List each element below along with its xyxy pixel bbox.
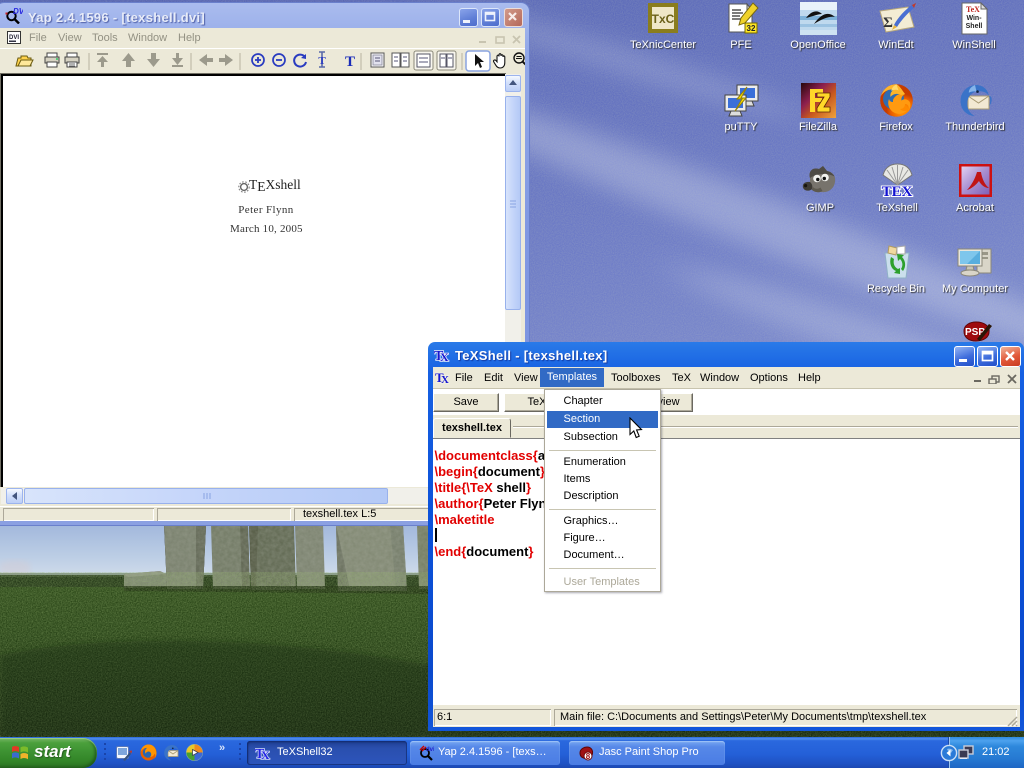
svg-text:TxC: TxC bbox=[652, 12, 675, 26]
svg-text:DVI: DVI bbox=[9, 35, 19, 41]
svg-text:dvi: dvi bbox=[426, 747, 434, 753]
svg-text:X: X bbox=[261, 748, 270, 761]
svg-text:Σ: Σ bbox=[883, 15, 893, 31]
svg-text:8: 8 bbox=[586, 752, 591, 761]
svg-text:X: X bbox=[441, 374, 449, 385]
svg-text:TeX: TeX bbox=[966, 5, 980, 14]
svg-text:T: T bbox=[345, 54, 355, 70]
svg-text:32: 32 bbox=[747, 24, 756, 33]
svg-text:Shell: Shell bbox=[966, 23, 983, 30]
svg-text:T: T bbox=[318, 55, 326, 67]
svg-text:X: X bbox=[440, 350, 449, 363]
svg-text:DVI: DVI bbox=[13, 7, 23, 16]
svg-text:Win-: Win- bbox=[966, 15, 982, 22]
svg-text:TEX: TEX bbox=[882, 184, 913, 199]
